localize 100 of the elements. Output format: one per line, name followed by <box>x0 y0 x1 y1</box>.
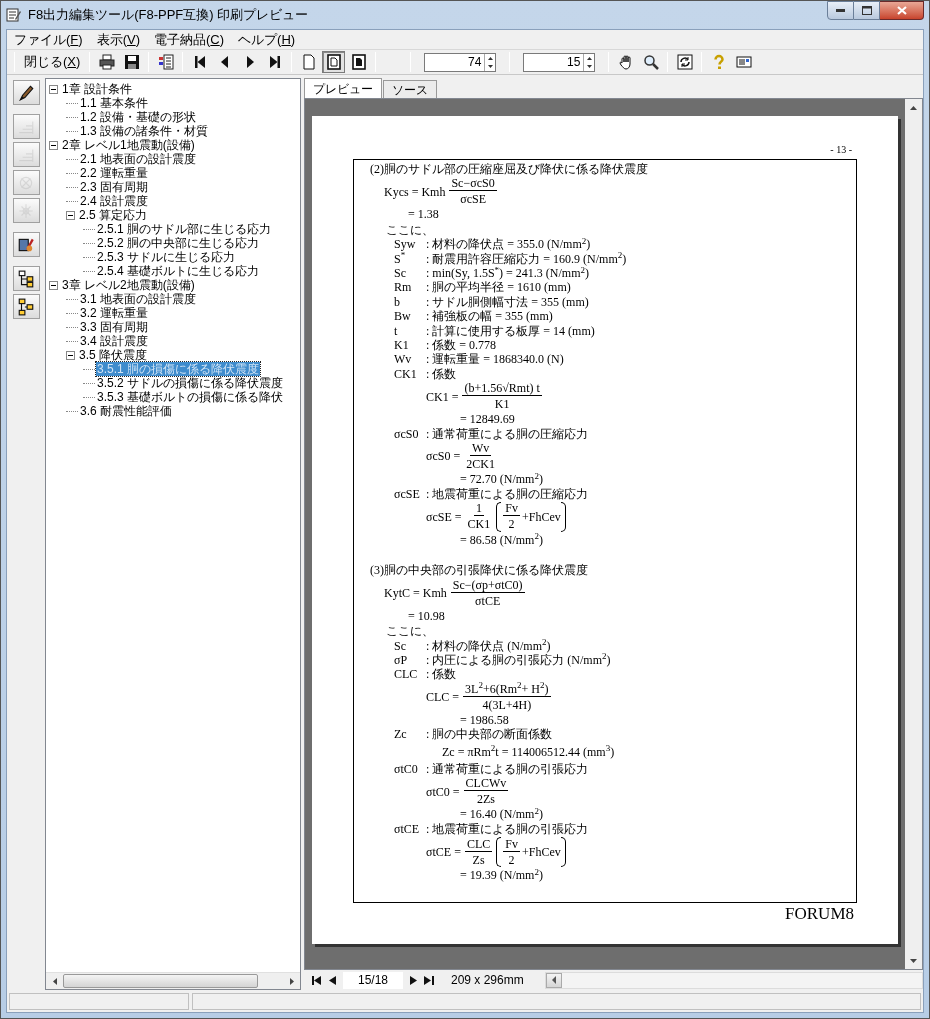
horizontal-scrollbar[interactable] <box>46 972 300 989</box>
collapse-icon[interactable] <box>49 280 58 290</box>
denominator: σcSE <box>459 191 487 207</box>
menu-item[interactable]: 電子納品(C) <box>147 29 232 50</box>
page-number-field[interactable]: 15 <box>523 52 596 72</box>
page-icon <box>300 54 317 70</box>
symbol-label: CLC <box>394 667 419 682</box>
formula-result: = 16.40 (N/mm$^{2}$) <box>459 807 544 822</box>
zoom-field[interactable]: 74 <box>424 52 497 72</box>
collapse-icon[interactable] <box>66 210 75 220</box>
menu-item[interactable]: ヘルプ(H) <box>231 29 303 50</box>
tree-item[interactable]: 2.3 固有周期 <box>79 180 149 194</box>
close-icon <box>896 6 907 15</box>
scroll-up-icon <box>910 105 917 110</box>
filled-page-icon <box>350 54 367 70</box>
definition-text: : 係数 <box>426 366 457 382</box>
symbol-label: σP <box>394 652 409 668</box>
denominator: σtCE <box>474 592 502 608</box>
tree-item[interactable]: 2.1 地表面の設計震度 <box>79 152 197 166</box>
first-page-icon[interactable] <box>312 975 322 985</box>
denominator: Zs <box>471 851 486 867</box>
definition-text: : 係数 <box>426 667 457 682</box>
numerator: Sc−σcS0 <box>449 177 497 192</box>
minimize-icon <box>836 9 845 12</box>
minimize-button[interactable] <box>827 1 854 20</box>
formula-lhs: σcSE = <box>426 509 463 525</box>
tool-button[interactable] <box>12 232 40 257</box>
collapse-icon[interactable] <box>49 84 58 94</box>
numerator: 3L$^{2}$+6(Rm$^{2}$+ H$^{2}$) <box>463 682 551 697</box>
tree-item[interactable]: 1.3 設備の諸条件・材質 <box>79 124 209 138</box>
tree-item[interactable]: 3.5.3 基礎ボルトの損傷に係る降伏 <box>96 390 285 404</box>
last-page-icon[interactable] <box>424 975 434 985</box>
tree-item[interactable]: 1章 設計条件 <box>61 82 133 96</box>
section-heading: (3)胴の中央部の引張降伏に係る降伏震度 <box>370 563 589 578</box>
tab[interactable]: プレビュー <box>304 78 382 98</box>
menu-item[interactable]: 表示(V) <box>89 29 147 50</box>
symbol-label: t <box>394 323 399 339</box>
previous-page-icon[interactable] <box>328 975 336 985</box>
collapse-icon[interactable] <box>66 350 75 360</box>
tree-item[interactable]: 2.4 設計震度 <box>79 194 149 208</box>
tool-button[interactable] <box>12 266 40 291</box>
symbol-label: Rm <box>394 280 413 295</box>
maximize-button[interactable] <box>854 1 880 20</box>
symbol-label: K1 <box>394 338 410 353</box>
scroll-down-icon <box>910 958 917 963</box>
definition-text: : 材料の降伏点 (N/mm$^{2}$) <box>426 638 551 653</box>
menu-item[interactable]: ファイル(F) <box>7 29 90 50</box>
scroll-left-icon <box>52 977 57 985</box>
symbol-label: σtCE <box>394 821 421 837</box>
symbol-label: Bw <box>394 309 412 324</box>
tool-button[interactable] <box>12 294 40 319</box>
scrollbar-thumb[interactable] <box>63 974 258 988</box>
symbol-label: σcS0 <box>394 426 420 442</box>
tree-item[interactable]: 1.1 基本条件 <box>79 96 149 110</box>
tree-item[interactable]: 2.5.3 サドルに生じる応力 <box>96 250 237 264</box>
tool-button[interactable] <box>12 80 40 105</box>
tree-item[interactable]: 3.2 運転重量 <box>79 306 149 320</box>
tree-item[interactable]: 3.1 地表面の設計震度 <box>79 292 197 306</box>
star-burst-icon <box>17 201 35 220</box>
definition-text: : 胴の中央部の断面係数 <box>426 727 553 742</box>
tree-item[interactable]: 3.5.2 サドルの損傷に係る降伏震度 <box>96 376 285 390</box>
collapse-icon[interactable] <box>49 140 58 150</box>
formula-lhs: Kycs = Kmh <box>384 184 447 200</box>
vertical-scrollbar[interactable] <box>905 99 922 969</box>
page-field[interactable]: 15/18 <box>343 971 403 989</box>
fit-page-button[interactable] <box>322 51 346 73</box>
next-page-icon[interactable] <box>410 975 418 985</box>
printer-icon <box>98 54 115 70</box>
tree-item[interactable]: 2.5.1 胴のサドル部に生じる応力 <box>96 222 273 236</box>
card-icon <box>735 54 752 70</box>
formula-lhs: CLC = <box>426 690 461 705</box>
scrollbar-thumb[interactable] <box>545 972 562 988</box>
tree-item[interactable]: 3.4 設計震度 <box>79 334 149 348</box>
tree-item[interactable]: 2.5.2 胴の中央部に生じる応力 <box>96 236 261 250</box>
section-heading: (2)胴のサドル部の圧縮座屈及び降伏に係る降伏震度 <box>370 162 649 177</box>
symbol-label: b <box>394 294 401 310</box>
tree-item[interactable]: 2章 レベル1地震動(設備) <box>61 138 196 152</box>
tree-item[interactable]: 3.5 降伏震度 <box>78 348 148 362</box>
close-preview-button[interactable]: 閉じる(X) <box>20 51 85 73</box>
formula-lhs: σcS0 = <box>426 449 462 464</box>
document-list-icon <box>157 54 174 70</box>
close-button[interactable] <box>880 1 924 20</box>
definition-text: : 計算に使用する板厚 = 14 (mm) <box>426 323 595 339</box>
tree-item[interactable]: 2.2 運転重量 <box>79 166 149 180</box>
tree-item[interactable]: 2.5.4 基礎ボルトに生じる応力 <box>96 264 261 278</box>
note-text: ここに、 <box>385 624 435 639</box>
denominator: 2Zs <box>475 791 496 807</box>
tree-item[interactable]: 3.6 耐震性能評価 <box>79 404 173 418</box>
horizontal-scrollbar[interactable] <box>544 971 923 989</box>
tree-item[interactable]: 2.5 算定応力 <box>78 208 148 222</box>
formula-result: = 19.39 (N/mm$^{2}$) <box>459 868 544 883</box>
denominator: CK1 <box>466 516 492 532</box>
symbol-label: σcSE <box>394 486 421 501</box>
formula-result: = 10.98 <box>407 608 446 624</box>
tree-item[interactable]: 1.2 設備・基礎の形状 <box>79 110 197 124</box>
tree-item[interactable]: 3.3 固有周期 <box>79 320 149 334</box>
formula-lhs: CK1 = <box>426 389 460 404</box>
tab[interactable]: ソース <box>383 80 437 98</box>
pencil-icon <box>17 83 35 102</box>
tree-item[interactable]: 3章 レベル2地震動(設備) <box>61 278 196 292</box>
